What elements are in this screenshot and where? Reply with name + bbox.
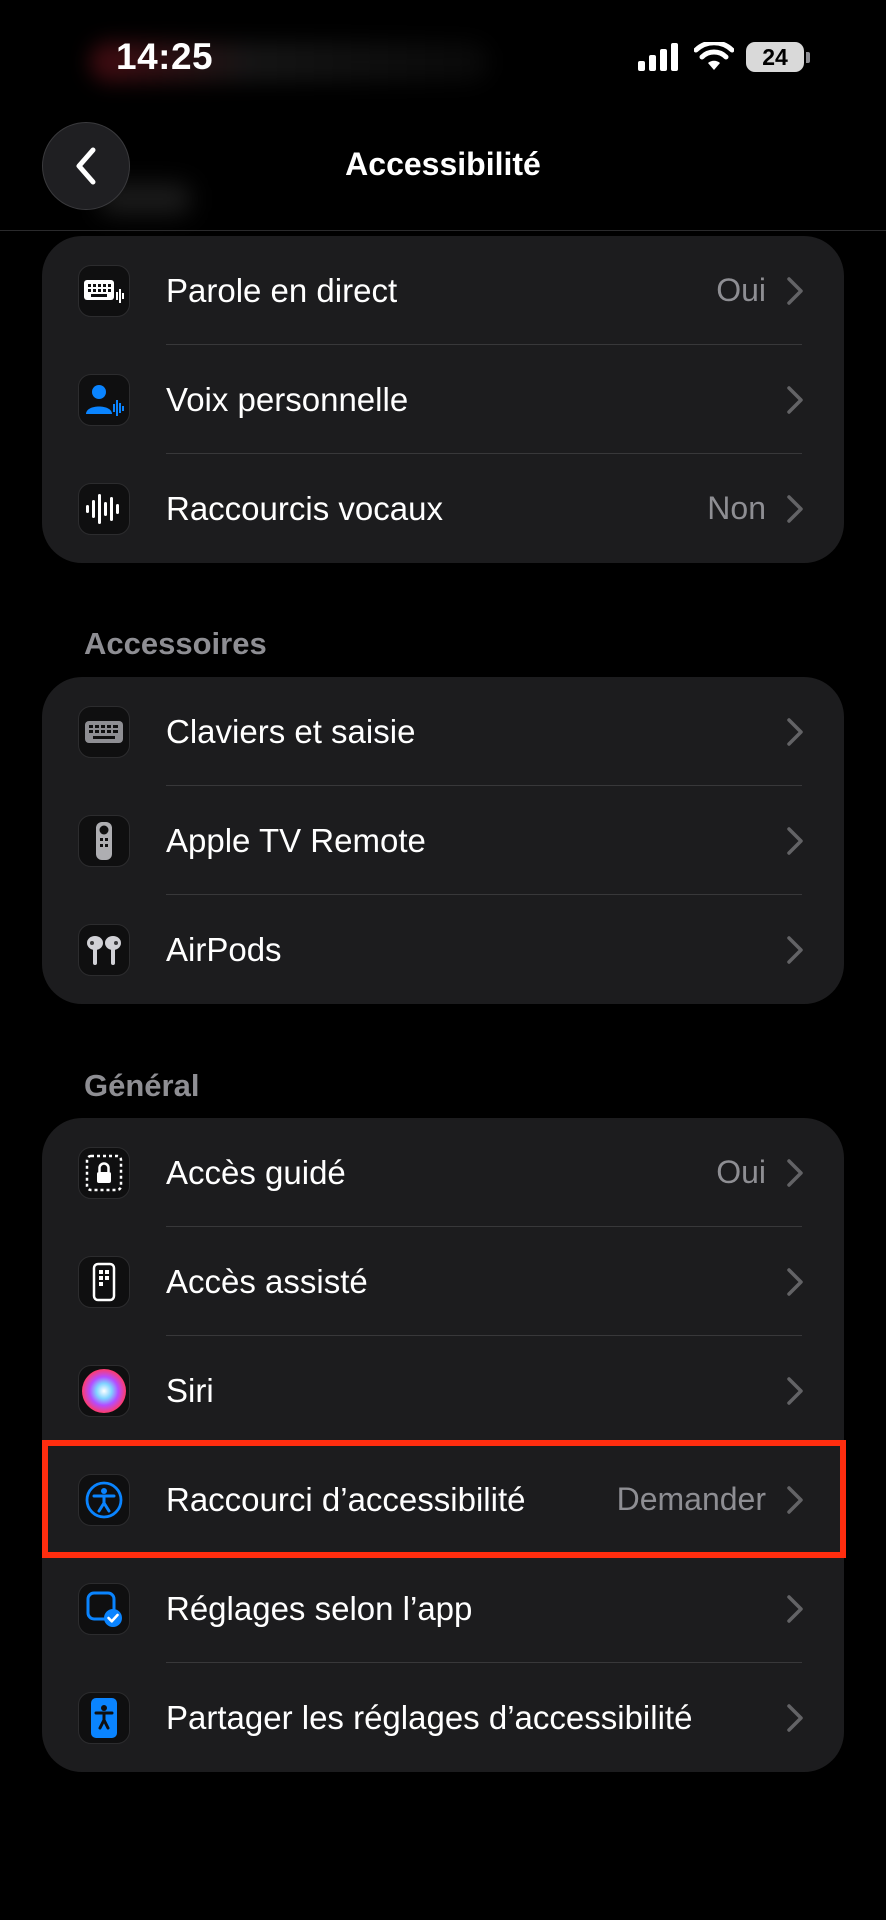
status-icons: 24 [638, 42, 810, 72]
chevron-right-icon [787, 936, 803, 964]
battery-level: 24 [746, 42, 804, 72]
row-live-speech[interactable]: Parole en direct Oui [42, 236, 844, 345]
nav-divider [0, 230, 886, 231]
general-group: Accès guidé Oui Accès assisté Siri Racco… [42, 1118, 844, 1772]
row-label: Raccourcis vocaux [166, 490, 443, 527]
speech-group: Parole en direct Oui Voix personnelle Ra… [42, 236, 844, 563]
row-label: Apple TV Remote [166, 822, 426, 859]
share-accessibility-icon [78, 1692, 130, 1744]
battery-nub [806, 51, 810, 63]
siri-icon [78, 1365, 130, 1417]
chevron-right-icon [787, 277, 803, 305]
row-per-app-settings[interactable]: Réglages selon l’app [42, 1554, 844, 1663]
accessories-group: Claviers et saisie Apple TV Remote AirPo… [42, 677, 844, 1004]
guided-access-lock-icon [78, 1147, 130, 1199]
row-assistive-access[interactable]: Accès assisté [42, 1227, 844, 1336]
cellular-signal-icon [638, 43, 678, 71]
row-label: Claviers et saisie [166, 713, 416, 750]
row-label: Accès assisté [166, 1263, 368, 1300]
row-label: Voix personnelle [166, 381, 409, 418]
chevron-right-icon [787, 1486, 803, 1514]
chevron-right-icon [787, 1595, 803, 1623]
accessibility-icon [78, 1474, 130, 1526]
row-label: Raccourci d’accessibilité [166, 1481, 526, 1518]
chevron-right-icon [787, 386, 803, 414]
row-apple-tv-remote[interactable]: Apple TV Remote [42, 786, 844, 895]
status-time: 14:25 [116, 36, 214, 77]
row-personal-voice[interactable]: Voix personnelle [42, 345, 844, 454]
chevron-right-icon [787, 495, 803, 523]
chevron-right-icon [787, 1704, 803, 1732]
battery-icon: 24 [746, 42, 810, 72]
row-label: Réglages selon l’app [166, 1590, 473, 1627]
row-value: Demander [616, 1481, 766, 1517]
chevron-right-icon [787, 1377, 803, 1405]
row-label: AirPods [166, 931, 282, 968]
row-label: Siri [166, 1372, 214, 1409]
page-title: Accessibilité [345, 146, 541, 182]
keyboard-icon [78, 706, 130, 758]
section-header-general: Général [84, 1068, 200, 1103]
row-accessibility-shortcut[interactable]: Raccourci d’accessibilité Demander [42, 1445, 844, 1554]
navigation-bar: Accessibilité [0, 120, 886, 232]
row-value: Oui [716, 272, 766, 308]
row-vocal-shortcuts[interactable]: Raccourcis vocaux Non [42, 454, 844, 563]
chevron-right-icon [787, 827, 803, 855]
keyboard-waveform-icon [78, 265, 130, 317]
chevron-right-icon [787, 718, 803, 746]
row-share-accessibility-settings[interactable]: Partager les réglages d’accessibilité [42, 1663, 844, 1772]
chevron-right-icon [787, 1159, 803, 1187]
wifi-icon [694, 42, 734, 70]
chevron-right-icon [787, 1268, 803, 1296]
tv-remote-icon [78, 815, 130, 867]
waveform-icon [78, 483, 130, 535]
row-airpods[interactable]: AirPods [42, 895, 844, 1004]
person-waveform-icon [78, 374, 130, 426]
assistive-access-phone-icon [78, 1256, 130, 1308]
row-label: Partager les réglages d’accessibilité [166, 1699, 693, 1736]
row-siri[interactable]: Siri [42, 1336, 844, 1445]
section-header-accessories: Accessoires [84, 626, 267, 661]
row-label: Accès guidé [166, 1154, 346, 1191]
status-bar: 14:25 24 [0, 0, 886, 120]
row-value: Non [707, 490, 766, 526]
per-app-settings-icon [78, 1583, 130, 1635]
row-keyboards[interactable]: Claviers et saisie [42, 677, 844, 786]
row-value: Oui [716, 1154, 766, 1190]
airpods-icon [78, 924, 130, 976]
row-guided-access[interactable]: Accès guidé Oui [42, 1118, 844, 1227]
row-label: Parole en direct [166, 272, 398, 309]
